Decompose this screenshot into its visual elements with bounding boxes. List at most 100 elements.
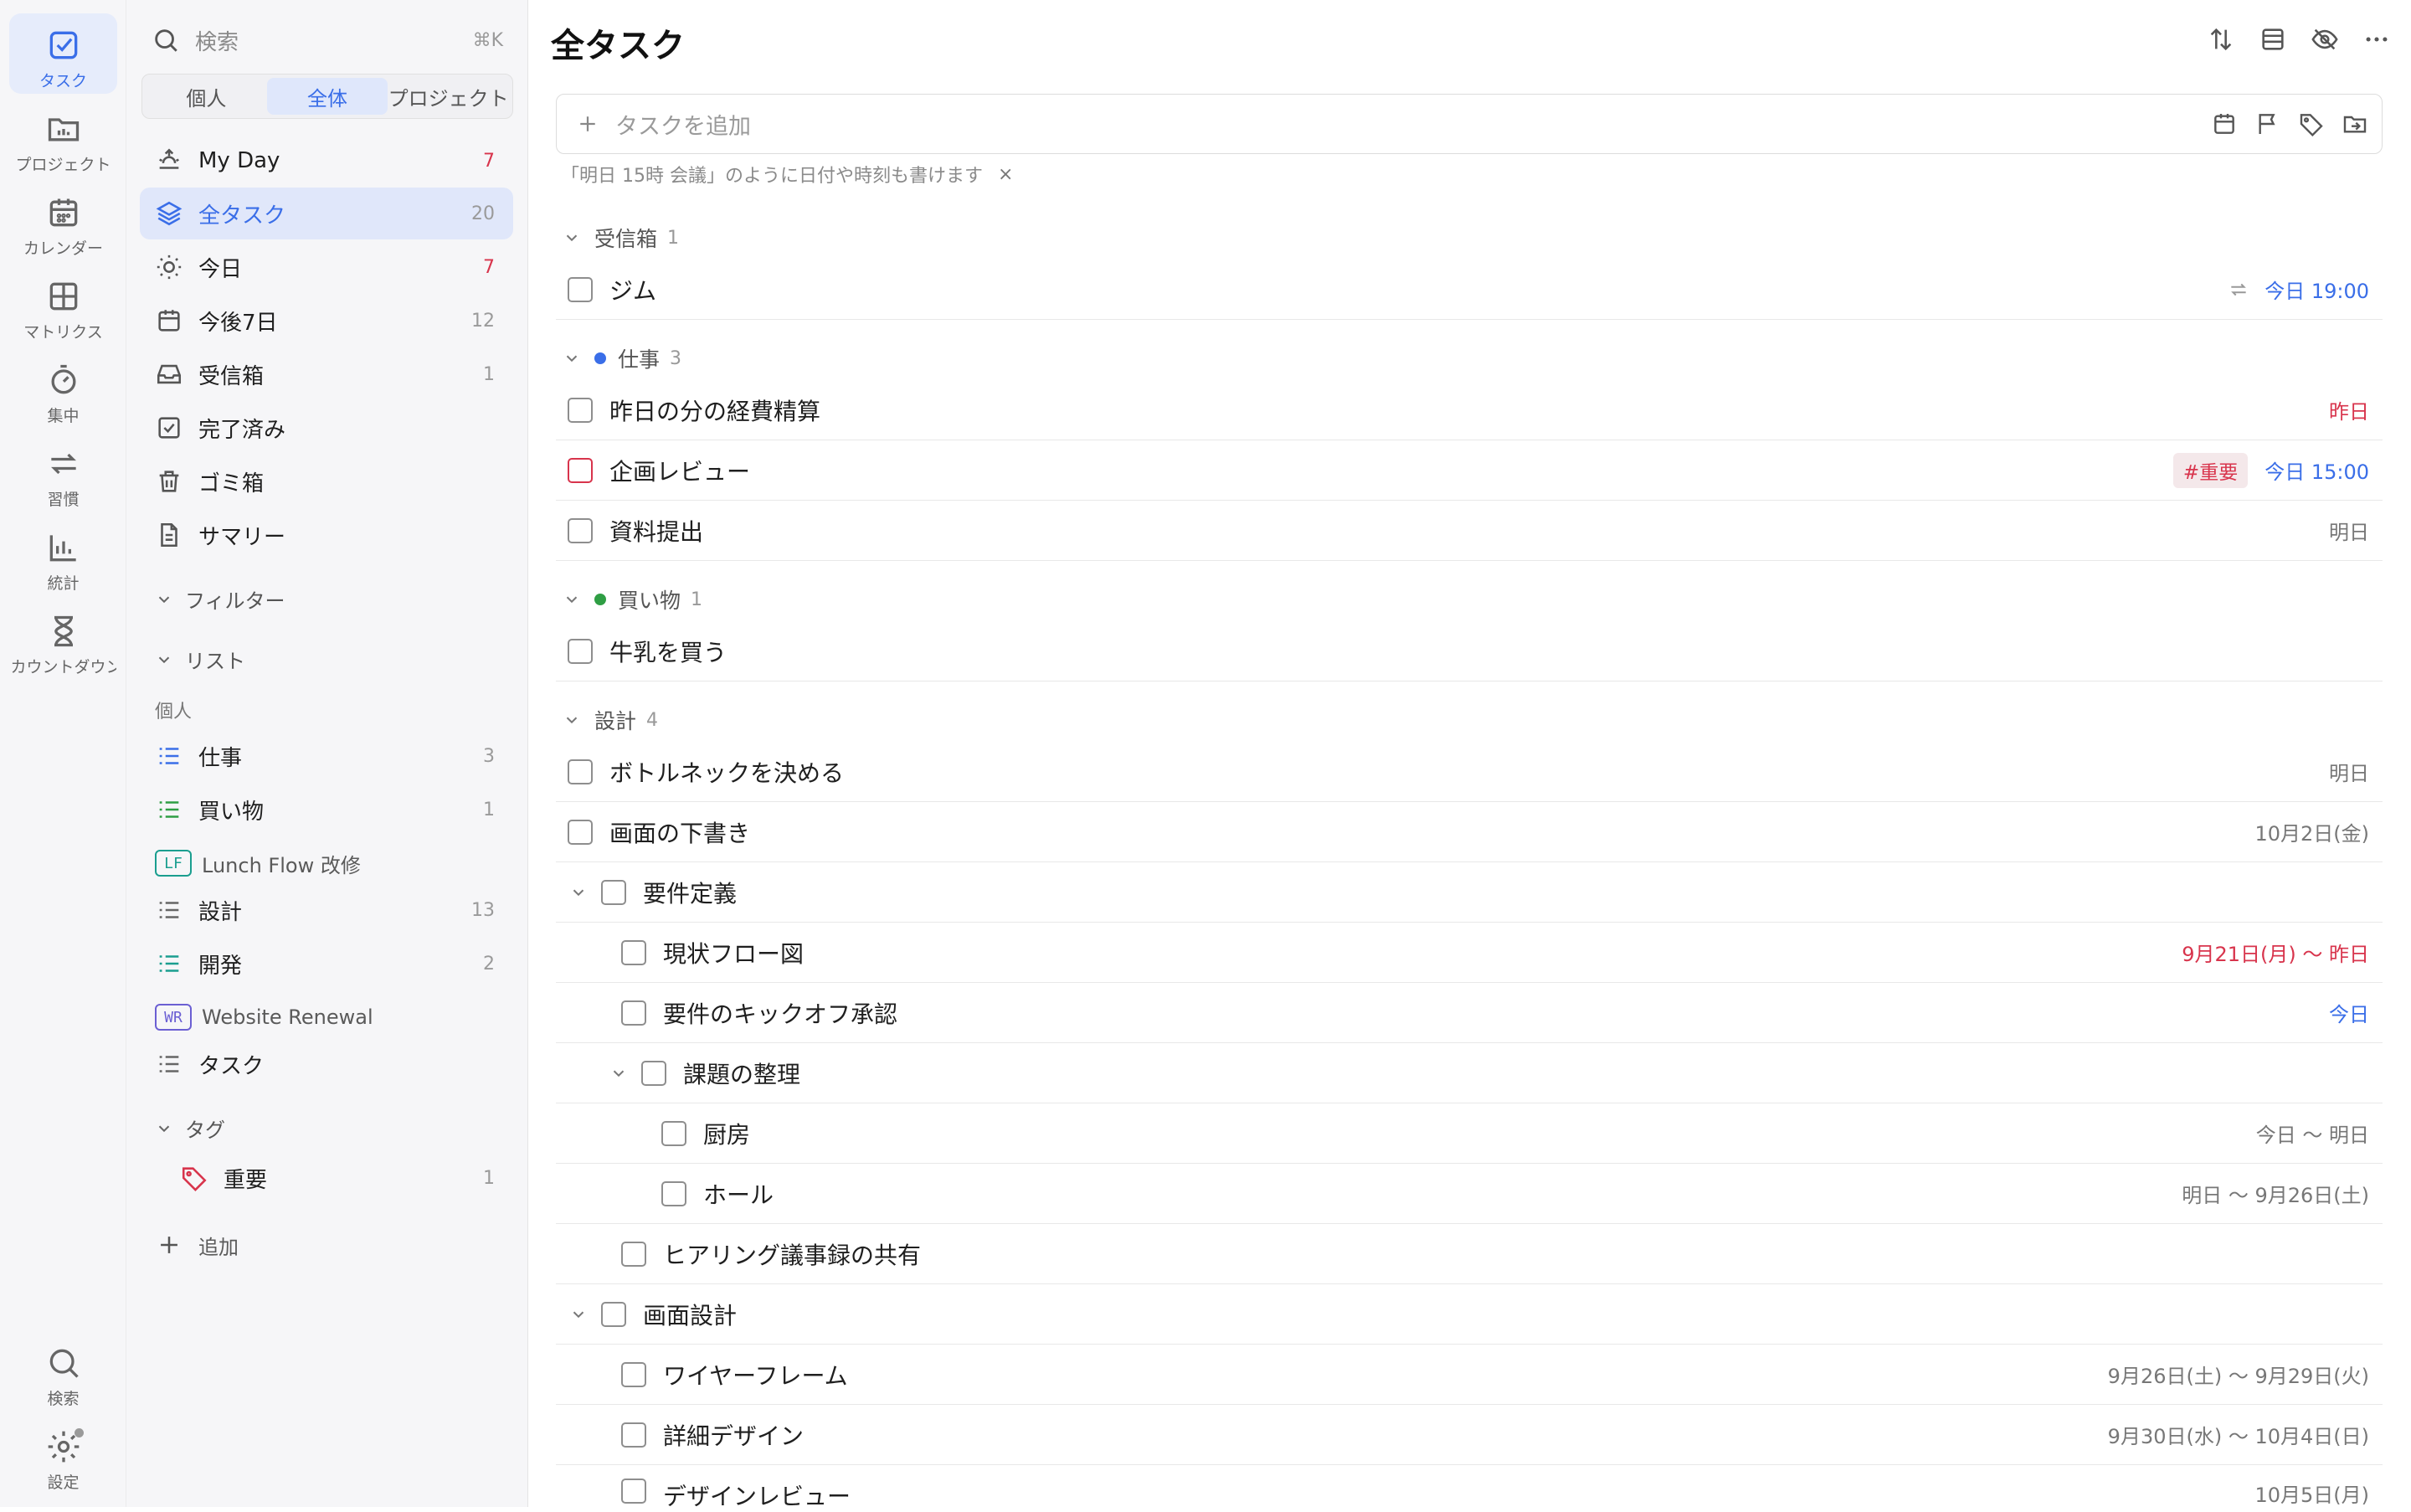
task-checkbox[interactable] [568, 276, 593, 302]
group-header-inbox[interactable]: 受信箱 1 [563, 221, 679, 255]
move-to-list-icon[interactable] [2342, 111, 2368, 137]
task-checkbox[interactable] [568, 397, 593, 423]
rail-search[interactable]: 検索 [9, 1331, 117, 1412]
checkbox-icon [158, 417, 180, 439]
group-header-shopping[interactable]: 買い物 1 [563, 583, 702, 616]
more-icon[interactable] [2362, 25, 2391, 54]
rail-stats[interactable]: 統計 [9, 516, 117, 596]
grid-icon [49, 282, 77, 311]
task-checkbox[interactable] [621, 1422, 646, 1448]
segment-all[interactable]: 全体 [266, 78, 388, 115]
rail-calendar[interactable]: カレンダー [9, 181, 117, 261]
task-checkbox[interactable] [601, 879, 626, 905]
task-row[interactable]: 資料提出 明日 [556, 501, 2383, 561]
calendar-icon[interactable] [2211, 111, 2238, 137]
task-checkbox[interactable] [568, 457, 593, 483]
sidebar-item-label: タスク [198, 1053, 265, 1079]
sidebar-item-all-tasks[interactable]: 全タスク 20 [140, 188, 513, 239]
sidebar-item-inbox[interactable]: 受信箱 1 [140, 348, 513, 400]
sidebar-list-tasks[interactable]: タスク [140, 1038, 513, 1090]
sidebar-item-label: Lunch Flow 改修 [202, 853, 361, 877]
view-layout-icon[interactable] [2259, 25, 2287, 54]
task-checkbox[interactable] [621, 939, 646, 965]
eye-off-icon[interactable] [2311, 25, 2339, 54]
sidebar-tag-important[interactable]: 重要 1 [140, 1152, 513, 1204]
task-row[interactable]: 企画レビュー #重要 今日 15:00 [556, 440, 2383, 501]
task-row[interactable]: ボトルネックを決める 明日 [556, 742, 2383, 802]
task-title: 課題の整理 [683, 1060, 801, 1088]
task-checkbox[interactable] [601, 1301, 626, 1327]
task-row[interactable]: 昨日の分の経費精算 昨日 [556, 380, 2383, 440]
subtask-row-parent[interactable]: 課題の整理 [556, 1043, 2383, 1103]
sidebar-item-label: Website Renewal [202, 1005, 373, 1029]
task-checkbox[interactable] [568, 759, 593, 784]
group-header-design[interactable]: 設計 4 [563, 703, 658, 737]
task-checkbox[interactable] [621, 1361, 646, 1387]
tag-icon[interactable] [2298, 111, 2325, 137]
add-task-input[interactable]: タスクを追加 [556, 94, 2383, 154]
chevron-down-icon[interactable] [569, 1305, 588, 1324]
subtask-row[interactable]: デザインレビュー 10月5日(月) [556, 1465, 2383, 1510]
segment-personal[interactable]: 個人 [146, 78, 267, 115]
task-checkbox[interactable] [568, 638, 593, 664]
task-checkbox[interactable] [621, 1479, 646, 1504]
lists-section-toggle[interactable]: リスト [155, 645, 245, 674]
rail-countdown-label: カウントダウン [10, 658, 116, 676]
subtask-row[interactable]: 現状フロー図 9月21日(月) 〜 昨日 [556, 923, 2383, 983]
task-tag[interactable]: #重要 [2172, 452, 2249, 488]
rail-settings[interactable]: 設定 [9, 1415, 117, 1495]
task-due-date: 9月26日(土) 〜 9月29日(火) [2107, 1365, 2369, 1388]
sidebar-list-dev[interactable]: 開発 2 [140, 938, 513, 990]
task-row-parent[interactable]: 画面設計 [556, 1284, 2383, 1345]
sort-icon[interactable] [2207, 25, 2235, 54]
hint-close-button[interactable]: × [998, 164, 1013, 185]
sidebar-project-website-renewal[interactable]: WR Website Renewal [140, 991, 513, 1043]
sidebar-item-completed[interactable]: 完了済み [140, 402, 513, 454]
sidebar-item-my-day[interactable]: My Day 7 [140, 135, 513, 187]
rail-matrix[interactable]: マトリクス [9, 265, 117, 345]
sidebar-search[interactable]: 検索 ⌘K [152, 20, 503, 60]
task-checkbox[interactable] [568, 517, 593, 543]
sidebar-item-summary[interactable]: サマリー [140, 509, 513, 561]
subtask-row[interactable]: 詳細デザイン 9月30日(水) 〜 10月4日(日) [556, 1405, 2383, 1465]
task-checkbox[interactable] [661, 1120, 686, 1146]
subtask-row[interactable]: 厨房 今日 〜 明日 [556, 1103, 2383, 1164]
task-checkbox[interactable] [621, 1000, 646, 1026]
filters-section-toggle[interactable]: フィルター [155, 584, 285, 614]
task-title: 厨房 [703, 1120, 751, 1149]
task-checkbox[interactable] [641, 1060, 666, 1086]
task-row[interactable]: 牛乳を買う [556, 621, 2383, 681]
segment-project[interactable]: プロジェクト [388, 78, 509, 115]
subtask-row[interactable]: ワイヤーフレーム 9月26日(土) 〜 9月29日(火) [556, 1345, 2383, 1405]
task-checkbox[interactable] [621, 1241, 646, 1267]
sidebar-list-work[interactable]: 仕事 3 [140, 730, 513, 782]
chevron-down-icon[interactable] [609, 1064, 628, 1083]
subtask-row[interactable]: ホール 明日 〜 9月26日(土) [556, 1164, 2383, 1224]
sidebar-item-trash[interactable]: ゴミ箱 [140, 455, 513, 507]
sidebar-list-shopping[interactable]: 買い物 1 [140, 784, 513, 836]
rail-projects[interactable]: プロジェクト [9, 97, 117, 177]
layers-icon [156, 201, 182, 226]
subtask-row[interactable]: 要件のキックオフ承認 今日 [556, 983, 2383, 1043]
rail-countdown[interactable]: カウントダウン [9, 599, 117, 680]
sidebar-item-count: 7 [483, 256, 495, 278]
group-header-work[interactable]: 仕事 3 [563, 342, 681, 375]
rail-habits[interactable]: 習慣 [9, 432, 117, 512]
rail-tasks[interactable]: タスク [9, 13, 117, 94]
sidebar-add-button[interactable]: 追加 [140, 1219, 513, 1271]
task-row[interactable]: 画面の下書き 10月2日(金) [556, 802, 2383, 862]
list-icon [159, 1056, 179, 1072]
task-checkbox[interactable] [568, 819, 593, 845]
tags-section-toggle[interactable]: タグ [155, 1113, 225, 1143]
task-row[interactable]: ジム 今日 19:00 [556, 260, 2383, 320]
sidebar-list-design[interactable]: 設計 13 [140, 884, 513, 936]
task-checkbox[interactable] [661, 1180, 686, 1206]
rail-focus[interactable]: 集中 [9, 348, 117, 429]
subtask-row[interactable]: ヒアリング議事録の共有 [556, 1224, 2383, 1284]
sidebar-item-next-7-days[interactable]: 今後7日 12 [140, 295, 513, 347]
sidebar-item-today[interactable]: 今日 7 [140, 241, 513, 293]
task-row-parent[interactable]: 要件定義 [556, 862, 2383, 923]
flag-icon[interactable] [2254, 111, 2281, 137]
sidebar-project-lunch-flow[interactable]: LF Lunch Flow 改修 [140, 837, 513, 889]
chevron-down-icon[interactable] [569, 883, 588, 902]
